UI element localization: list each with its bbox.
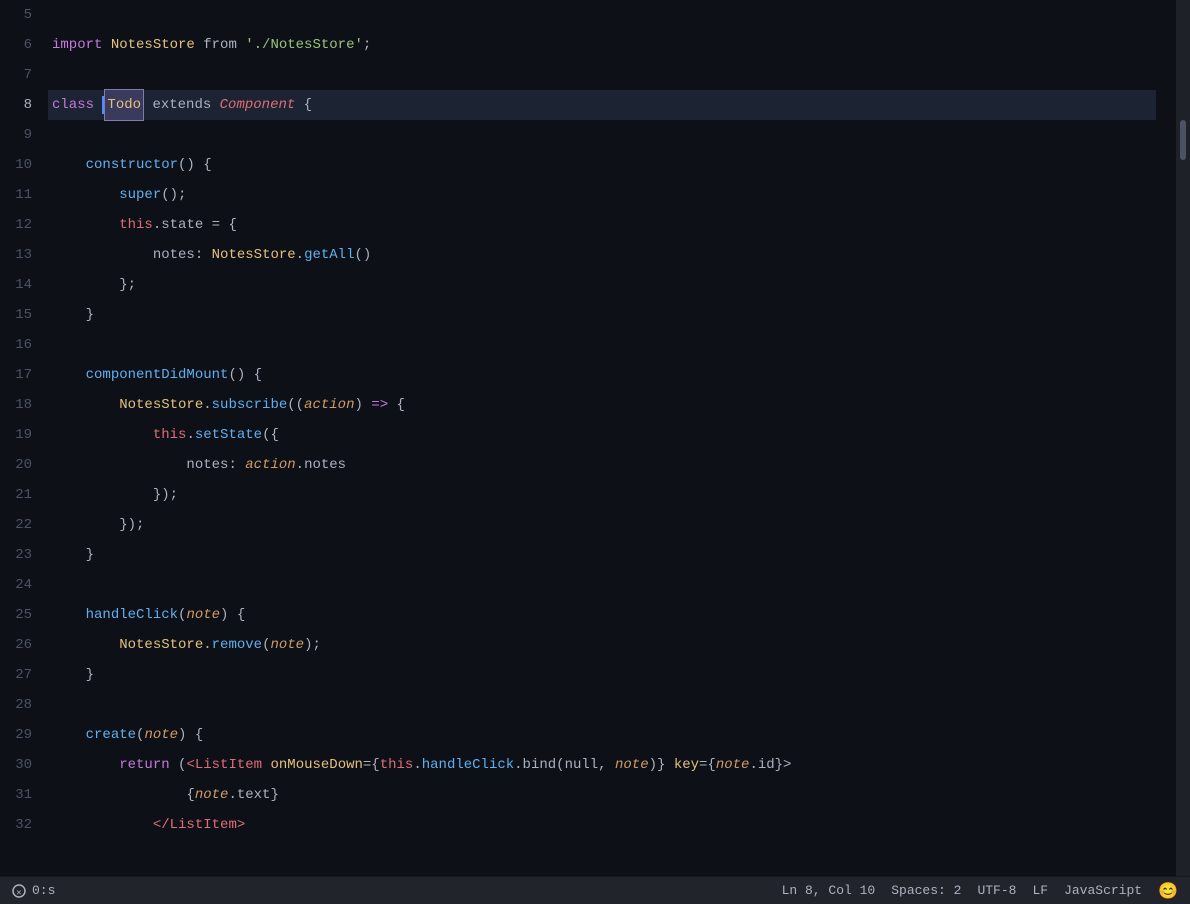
file-encoding: UTF-8 xyxy=(977,883,1016,898)
line-number: 9 xyxy=(8,120,32,150)
code-line: NotesStore.subscribe((action) => { xyxy=(48,390,1156,420)
line-number: 23 xyxy=(8,540,32,570)
cursor-position: Ln 8, Col 10 xyxy=(782,883,876,898)
code-line: this.setState({ xyxy=(48,420,1156,450)
line-ending: LF xyxy=(1032,883,1048,898)
code-line: }); xyxy=(48,480,1156,510)
code-line: </ListItem> xyxy=(48,810,1156,840)
code-line: handleClick(note) { xyxy=(48,600,1156,630)
line-number: 5 xyxy=(8,0,32,30)
code-line xyxy=(48,570,1156,600)
line-number: 29 xyxy=(8,720,32,750)
line-number: 15 xyxy=(8,300,32,330)
language-mode[interactable]: JavaScript xyxy=(1064,883,1142,898)
code-line: } xyxy=(48,300,1156,330)
code-line: import NotesStore from './NotesStore'; xyxy=(48,30,1156,60)
code-line: componentDidMount() { xyxy=(48,360,1156,390)
code-line xyxy=(48,60,1156,90)
code-line: super(); xyxy=(48,180,1156,210)
line-number: 26 xyxy=(8,630,32,660)
line-number: 7 xyxy=(8,60,32,90)
line-number: 12 xyxy=(8,210,32,240)
line-number: 19 xyxy=(8,420,32,450)
indent-spaces: Spaces: 2 xyxy=(891,883,961,898)
line-number: 16 xyxy=(8,330,32,360)
line-numbers: 5678910111213141516171819202122232425262… xyxy=(0,0,48,876)
code-line xyxy=(48,120,1156,150)
status-bar: ✕ 0:s Ln 8, Col 10 Spaces: 2 UTF-8 LF Ja… xyxy=(0,876,1190,904)
code-content: import NotesStore from './NotesStore'; c… xyxy=(48,0,1176,876)
code-line: create(note) { xyxy=(48,720,1156,750)
line-number: 13 xyxy=(8,240,32,270)
code-line xyxy=(48,0,1156,30)
line-number: 31 xyxy=(8,780,32,810)
code-line: notes: NotesStore.getAll() xyxy=(48,240,1156,270)
line-number: 14 xyxy=(8,270,32,300)
code-editor[interactable]: 5678910111213141516171819202122232425262… xyxy=(0,0,1190,876)
line-number: 17 xyxy=(8,360,32,390)
svg-text:✕: ✕ xyxy=(16,888,21,898)
code-line: {note.text} xyxy=(48,780,1156,810)
line-number: 32 xyxy=(8,810,32,840)
code-line: this.state = { xyxy=(48,210,1156,240)
line-number: 8 xyxy=(8,90,32,120)
line-number: 25 xyxy=(8,600,32,630)
line-number: 18 xyxy=(8,390,32,420)
line-number: 20 xyxy=(8,450,32,480)
code-line: } xyxy=(48,540,1156,570)
code-line xyxy=(48,330,1156,360)
code-line: }; xyxy=(48,270,1156,300)
code-line xyxy=(48,690,1156,720)
code-line: constructor() { xyxy=(48,150,1156,180)
code-line: }); xyxy=(48,510,1156,540)
code-line: NotesStore.remove(note); xyxy=(48,630,1156,660)
line-number: 24 xyxy=(8,570,32,600)
scrollbar-thumb[interactable] xyxy=(1180,120,1186,160)
line-number: 21 xyxy=(8,480,32,510)
line-number: 27 xyxy=(8,660,32,690)
smiley-icon[interactable]: 😊 xyxy=(1158,881,1178,901)
code-line: } xyxy=(48,660,1156,690)
code-line: class Todo extends Component { xyxy=(48,90,1156,120)
status-right: Ln 8, Col 10 Spaces: 2 UTF-8 LF JavaScri… xyxy=(782,881,1178,901)
line-number: 22 xyxy=(8,510,32,540)
line-number: 28 xyxy=(8,690,32,720)
code-line: return (<ListItem onMouseDown={this.hand… xyxy=(48,750,1156,780)
error-count: ✕ 0:s xyxy=(12,883,55,898)
code-line: notes: action.notes xyxy=(48,450,1156,480)
line-number: 11 xyxy=(8,180,32,210)
scrollbar-track[interactable] xyxy=(1176,0,1190,876)
line-number: 6 xyxy=(8,30,32,60)
line-number: 30 xyxy=(8,750,32,780)
status-left: ✕ 0:s xyxy=(12,883,55,898)
line-number: 10 xyxy=(8,150,32,180)
